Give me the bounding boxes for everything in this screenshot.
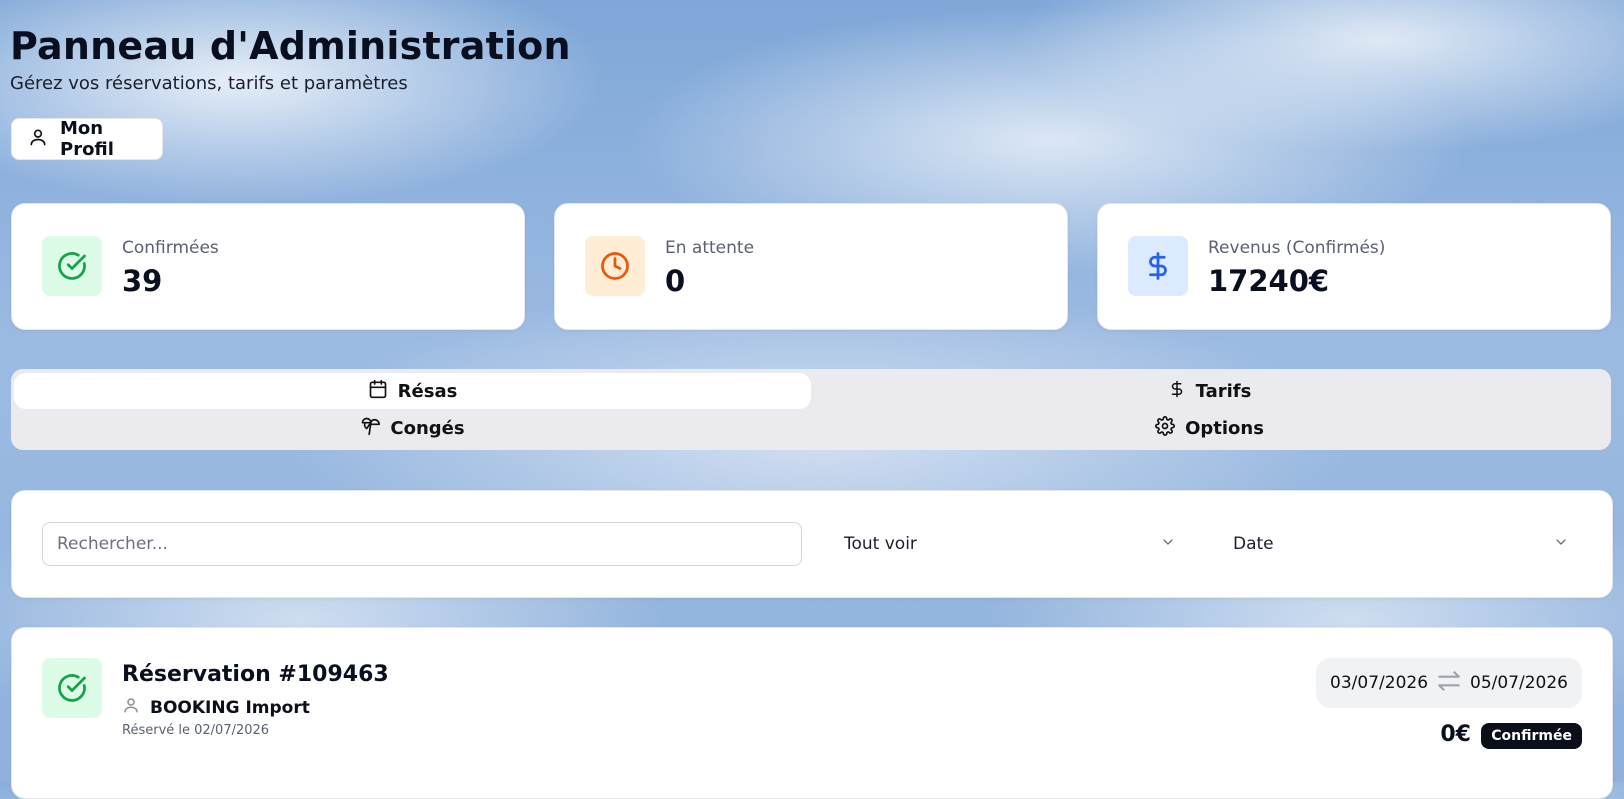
user-icon xyxy=(122,696,140,719)
arrows-exchange-icon xyxy=(1436,668,1462,699)
tab-label: Options xyxy=(1185,417,1264,439)
status-badge: Confirmée xyxy=(1481,723,1582,749)
tab-label: Congés xyxy=(390,417,465,439)
dollar-icon xyxy=(1128,236,1188,296)
tab-options[interactable]: Options xyxy=(811,410,1608,446)
dollar-icon xyxy=(1168,379,1186,404)
stat-label: En attente xyxy=(665,238,755,258)
reservation-booked-date: Réservé le 02/07/2026 xyxy=(122,723,270,738)
reservation-date-range: 03/07/2026 05/07/2026 xyxy=(1316,658,1582,708)
sort-select[interactable]: Date xyxy=(1221,522,1581,566)
status-filter-select[interactable]: Tout voir xyxy=(832,522,1188,566)
tab-label: Tarifs xyxy=(1195,380,1252,402)
chevron-down-icon xyxy=(1160,534,1176,555)
search-input[interactable] xyxy=(42,522,802,566)
check-circle-icon xyxy=(42,236,102,296)
sort-value: Date xyxy=(1233,534,1274,554)
profile-button-label: Mon Profil xyxy=(60,118,114,160)
tab-conges[interactable]: Congés xyxy=(14,410,811,446)
tab-bar: Résas Tarifs Congés Options xyxy=(11,369,1611,450)
stat-card-revenue: Revenus (Confirmés) 17240€ xyxy=(1097,203,1611,330)
stat-label: Revenus (Confirmés) xyxy=(1208,238,1386,258)
reservation-card[interactable]: Réservation #109463 BOOKING Import Réser… xyxy=(11,627,1613,799)
clock-icon xyxy=(585,236,645,296)
filter-bar: Tout voir Date xyxy=(11,490,1613,598)
calendar-icon xyxy=(368,379,388,404)
profile-button[interactable]: Mon Profil xyxy=(11,118,163,160)
stat-value: 39 xyxy=(122,264,163,298)
tab-resas[interactable]: Résas xyxy=(14,373,811,409)
reservation-title: Réservation #109463 xyxy=(122,662,389,687)
stat-value: 17240€ xyxy=(1208,264,1330,298)
check-circle-icon xyxy=(42,658,102,718)
stat-label: Confirmées xyxy=(122,238,219,258)
reservation-client: BOOKING Import xyxy=(122,696,310,719)
stat-card-confirmed: Confirmées 39 xyxy=(11,203,525,330)
date-start: 03/07/2026 xyxy=(1330,673,1429,693)
stat-card-pending: En attente 0 xyxy=(554,203,1068,330)
page-title: Panneau d'Administration xyxy=(10,24,571,68)
page-subtitle: Gérez vos réservations, tarifs et paramè… xyxy=(10,73,408,94)
page-header: Panneau d'Administration Gérez vos réser… xyxy=(10,20,571,96)
reservation-client-name: BOOKING Import xyxy=(150,697,310,718)
palm-tree-icon xyxy=(360,416,381,441)
stat-value: 0 xyxy=(665,264,686,298)
gear-icon xyxy=(1155,415,1175,441)
reservation-price: 0€ xyxy=(1440,722,1471,747)
chevron-down-icon xyxy=(1553,534,1569,555)
tab-label: Résas xyxy=(397,380,458,402)
user-icon xyxy=(28,127,48,152)
date-end: 05/07/2026 xyxy=(1470,673,1568,693)
tab-tarifs[interactable]: Tarifs xyxy=(811,373,1608,409)
status-filter-value: Tout voir xyxy=(844,534,917,554)
